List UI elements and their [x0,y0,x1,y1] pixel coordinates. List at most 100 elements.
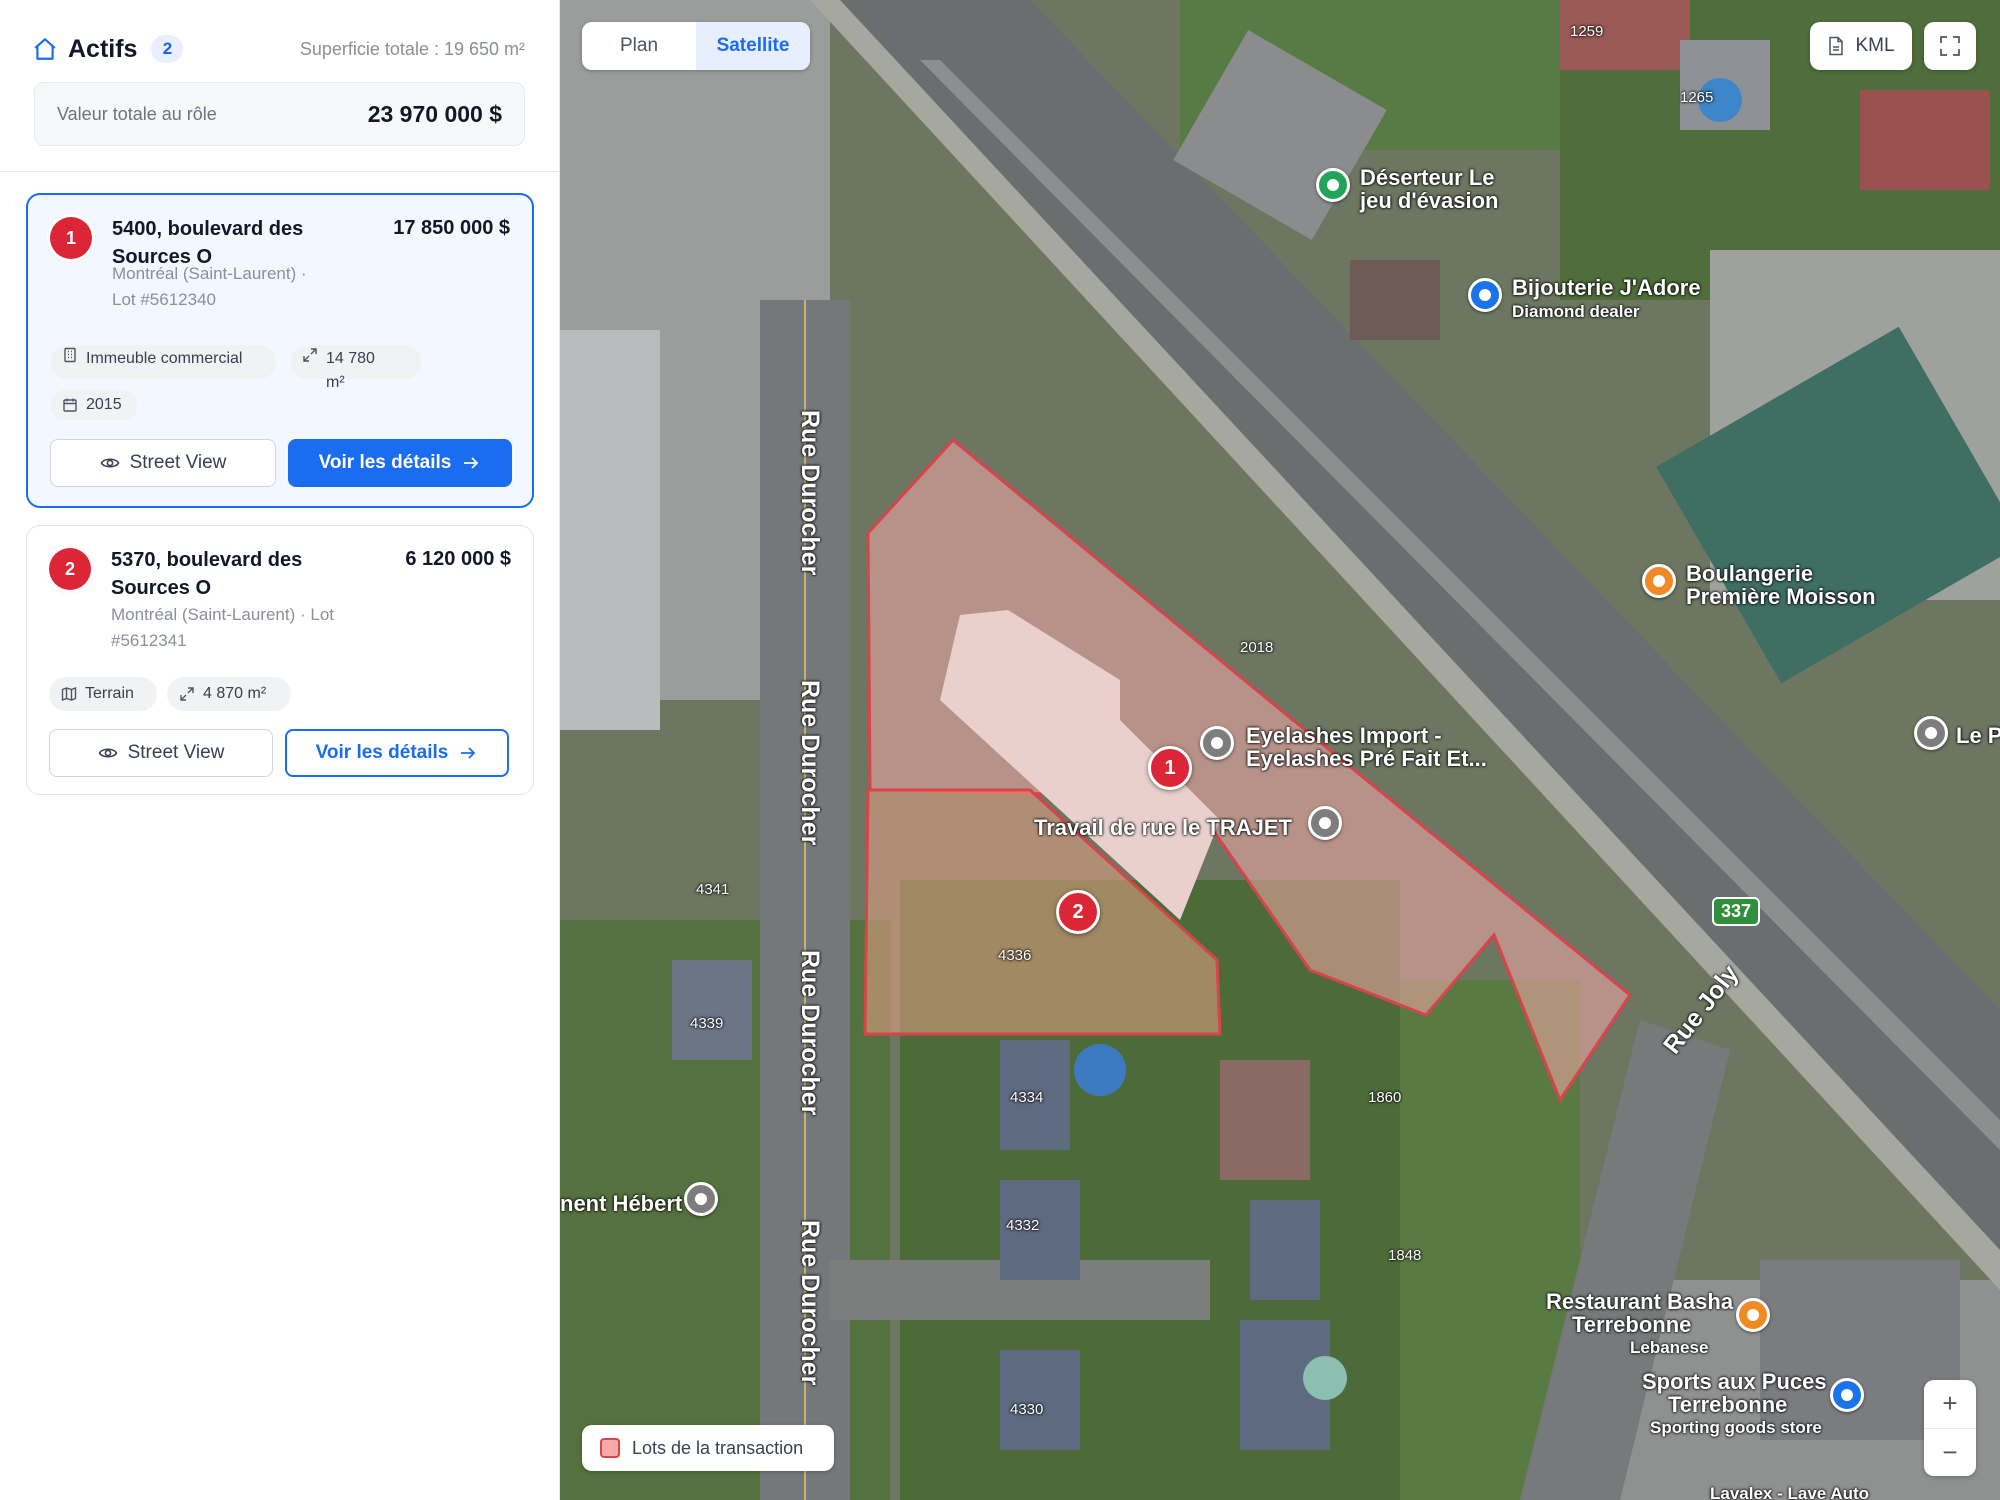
view-details-label: Voir les détails [318,452,452,473]
total-value-box: Valeur totale au rôle 23 970 000 $ [34,82,525,146]
legend-label: Lots de la transaction [632,1437,804,1458]
total-area-text: Superficie totale : 19 650 m² [299,38,525,59]
zoom-controls: + − [1924,1380,1976,1476]
map-icon [61,686,77,702]
poi-label: Sports aux Puces [1642,1369,1827,1394]
poi-label: Eyelashes Pré Fait Et... [1246,746,1487,771]
street-view-label: Street View [127,742,225,763]
asset-price: 17 850 000 $ [393,217,510,239]
asset-price: 6 120 000 $ [405,548,511,570]
poi-pin-icon[interactable] [1914,716,1948,750]
asset-type-label: Immeuble commercial [86,350,243,367]
eye-icon [98,748,117,758]
asset-type-tag: Immeuble commercial [50,345,276,379]
assets-sidebar: Actifs 2 Superficie totale : 19 650 m² V… [0,0,560,1500]
poi-pin-icon[interactable] [684,1182,718,1216]
poi-label: Boulangerie [1686,561,1814,586]
total-value-amount: 23 970 000 $ [367,100,502,127]
expand-arrows-icon [303,348,317,362]
asset-type-tag: Terrain [49,677,157,711]
house-number: 1265 [1680,89,1714,106]
asset-number-badge: 2 [49,548,91,590]
asset-address: 5370, boulevard des Sources O [111,549,303,599]
view-details-button[interactable]: Voir les détails [288,439,512,487]
sidebar-title: Actifs [68,34,138,63]
lot-pin-1[interactable]: 1 [1148,746,1192,790]
poi-label: Déserteur Le [1360,165,1495,190]
asset-location: Montréal (Saint-Laurent) · Lot [111,605,334,624]
view-details-button[interactable]: Voir les détails [285,729,509,777]
poi-label: Restaurant Basha [1546,1289,1734,1314]
shopping-bag-icon[interactable] [1468,278,1502,312]
house-number: 1259 [1570,23,1604,40]
tab-satellite[interactable]: Satellite [696,22,810,70]
road-label-durocher: Rue Durocher [796,1220,824,1386]
poi-label: Bijouterie J'Adore [1512,275,1701,300]
file-icon [1829,36,1844,56]
shopping-bag-icon[interactable] [1830,1378,1864,1412]
restaurant-icon[interactable] [1642,564,1676,598]
asset-number-badge: 1 [50,217,92,259]
lot-pin-2[interactable]: 2 [1056,890,1100,934]
poi-label: jeu d'évasion [1360,188,1499,213]
sidebar-title-row: Actifs 2 Superficie totale : 19 650 m² [32,32,525,66]
poi-pin-icon[interactable] [1200,726,1234,760]
map-legend: Lots de la transaction [582,1425,834,1471]
house-number: 4332 [1006,1217,1040,1234]
asset-area-label: 14 780 m² [326,350,375,391]
poi-label: Eyelashes Import - [1246,723,1442,748]
poi-pin-icon[interactable] [1316,168,1350,202]
road-label-durocher: Rue Durocher [796,680,824,846]
calendar-icon [63,398,77,412]
street-view-button[interactable]: Street View [49,729,273,777]
house-number: 2018 [1240,639,1274,656]
poi-label: Terrebonne [1572,1312,1692,1337]
asset-year-tag: 2015 [50,390,138,420]
view-details-label: Voir les détails [315,742,449,763]
asset-area-tag: 14 780 m² [290,345,422,391]
home-icon [34,38,56,60]
poi-pin-icon[interactable] [1308,806,1342,840]
zoom-in-button[interactable]: + [1924,1380,1976,1428]
legend-swatch [600,1438,620,1458]
house-number: 4341 [696,881,730,898]
road-label-durocher: Rue Durocher [796,410,824,576]
tab-plan[interactable]: Plan [582,22,696,70]
zoom-out-button[interactable]: − [1924,1427,1976,1477]
eye-icon [100,458,119,468]
poi-sublabel: Sporting goods store [1650,1418,1822,1437]
kml-label: KML [1855,35,1895,56]
house-number: 4336 [998,947,1032,964]
house-number: 4334 [1010,1089,1044,1106]
restaurant-icon[interactable] [1736,1298,1770,1332]
kml-export-button[interactable]: KML [1810,22,1912,70]
asset-year-label: 2015 [86,396,122,413]
asset-lot: #5612341 [111,631,187,650]
poi-label: Première Moisson [1686,584,1876,609]
asset-area-label: 4 870 m² [203,685,267,702]
building-icon [64,347,76,363]
arrow-right-icon [464,457,479,469]
house-number: 4330 [1010,1401,1044,1418]
road-label-durocher: Rue Durocher [796,950,824,1116]
expand-arrows-icon [180,687,194,701]
asset-count-badge: 2 [151,35,184,63]
route-shield: 337 [1712,897,1761,926]
poi-label: Terrebonne [1668,1392,1788,1417]
arrow-right-icon [461,747,476,759]
asset-lot: Lot #5612340 [112,290,216,309]
asset-card-1[interactable]: 1 5400, boulevard des Sources O 17 850 0… [26,193,534,508]
street-view-button[interactable]: Street View [50,439,276,487]
street-view-label: Street View [129,452,227,473]
poi-label: Travail de rue le TRAJET [1034,815,1292,840]
asset-location: Montréal (Saint-Laurent) · [112,264,307,283]
fullscreen-button[interactable] [1924,22,1976,70]
asset-area-tag: 4 870 m² [167,677,291,711]
satellite-map[interactable]: Rue Durocher Rue Durocher Rue Durocher R… [560,0,2000,1500]
house-number: 1848 [1388,1247,1422,1264]
asset-type-label: Terrain [85,685,134,702]
asset-card-2[interactable]: 2 5370, boulevard des Sources O 6 120 00… [26,525,534,795]
poi-label: Le Pa [1956,723,2000,748]
poi-sublabel: Lebanese [1630,1338,1709,1357]
house-number: 1860 [1368,1089,1402,1106]
